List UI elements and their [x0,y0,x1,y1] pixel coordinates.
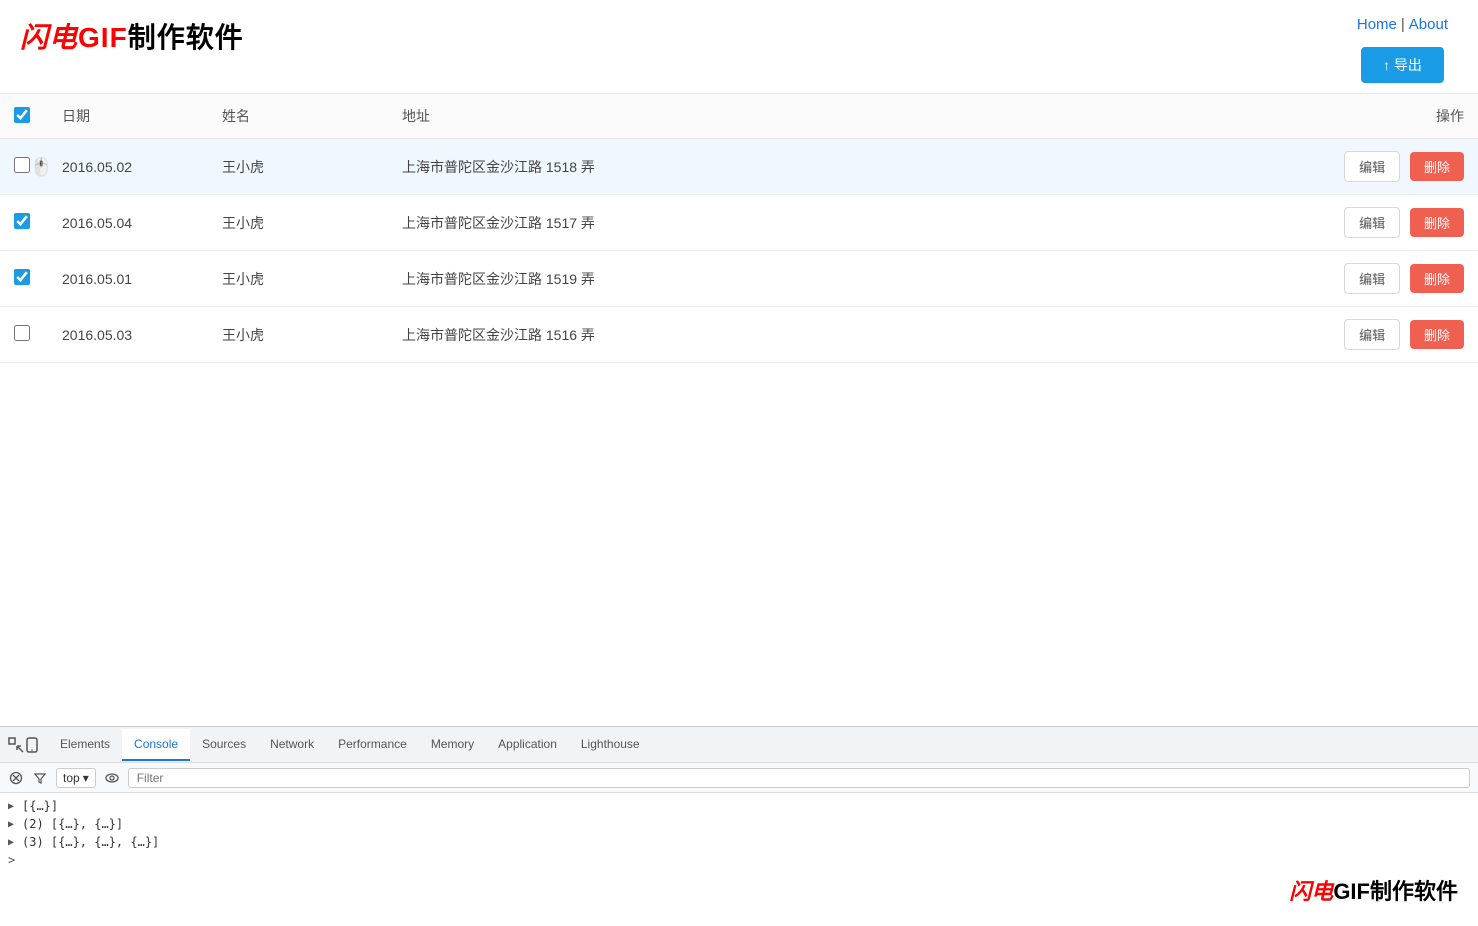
row-name-4: 王小虎 [208,307,388,363]
row-checkbox-4[interactable] [14,325,30,341]
console-lines: ▶ [{…}] ▶ (2) [{…}, {…}] ▶ (3) [{…}, {…}, {…}… [8,797,1470,851]
logo-flash: 闪电 [20,16,78,56]
nav-separator: | [1401,16,1405,33]
nav-links: Home | About [1357,16,1448,33]
checkbox-wrapper-4 [14,325,30,344]
devtools-tab-network[interactable]: Network [258,729,326,761]
checkbox-wrapper-2 [14,213,30,232]
home-link[interactable]: Home [1357,16,1397,33]
console-arrow: ▶ [8,819,18,830]
top-selector[interactable]: top ▾ [56,768,96,788]
export-button[interactable]: ↑ 导出 [1361,47,1444,83]
header-checkbox-cell[interactable] [0,94,48,139]
header: 闪电GIF制作软件 Home | About ↑ 导出 [0,0,1478,93]
table-row: 2016.05.01 王小虎 上海市普陀区金沙江路 1519 弄 编辑 删除 [0,251,1478,307]
devtools-device-icon[interactable] [24,737,40,753]
row-name-2: 王小虎 [208,195,388,251]
devtools-tab-console[interactable]: Console [122,729,190,761]
delete-button-4[interactable]: 删除 [1410,320,1464,349]
console-line[interactable]: ▶ (2) [{…}, {…}] [8,815,1470,833]
console-text: [{…}] [22,799,58,813]
row-checkbox-cell-4[interactable] [0,307,48,363]
console-text: (2) [{…}, {…}] [22,817,123,831]
watermark-gif: GIF [1333,879,1370,904]
devtools-tab-elements[interactable]: Elements [48,729,122,761]
table-row: 🖱️ 2016.05.02 王小虎 上海市普陀区金沙江路 1518 弄 编辑 删… [0,139,1478,195]
devtools-tab-application[interactable]: Application [486,729,569,761]
delete-button-2[interactable]: 删除 [1410,208,1464,237]
logo-rest: 制作软件 [128,22,244,53]
row-date-4: 2016.05.03 [48,307,208,363]
console-line[interactable]: ▶ (3) [{…}, {…}, {…}] [8,833,1470,851]
row-ops-1: 编辑 删除 [1298,139,1478,195]
delete-button-1[interactable]: 删除 [1410,152,1464,181]
devtools-tab-lighthouse[interactable]: Lighthouse [569,729,652,761]
clear-console-icon[interactable] [8,770,24,786]
filter-input[interactable] [128,768,1470,788]
col-header-name: 姓名 [208,94,388,139]
table-body: 🖱️ 2016.05.02 王小虎 上海市普陀区金沙江路 1518 弄 编辑 删… [0,139,1478,363]
row-checkbox-cell-1[interactable]: 🖱️ [0,139,48,195]
row-date-3: 2016.05.01 [48,251,208,307]
row-address-1: 上海市普陀区金沙江路 1518 弄 [388,139,1298,195]
row-ops-2: 编辑 删除 [1298,195,1478,251]
edit-button-4[interactable]: 编辑 [1344,319,1400,350]
console-arrow: ▶ [8,801,18,812]
devtools-tabs: ElementsConsoleSourcesNetworkPerformance… [0,727,1478,763]
row-checkbox-cell-3[interactable] [0,251,48,307]
row-date-1: 2016.05.02 [48,139,208,195]
header-checkbox[interactable] [14,107,30,123]
console-text: (3) [{…}, {…}, {…}] [22,835,159,849]
col-header-date: 日期 [48,94,208,139]
delete-button-3[interactable]: 删除 [1410,264,1464,293]
row-address-3: 上海市普陀区金沙江路 1519 弄 [388,251,1298,307]
top-label: top [63,771,80,785]
edit-button-1[interactable]: 编辑 [1344,151,1400,182]
eye-icon[interactable] [104,770,120,786]
table-header-row: 日期 姓名 地址 操作 [0,94,1478,139]
devtools-inspect-icon[interactable] [8,737,24,753]
logo-gif: GIF [78,22,128,53]
console-arrow: ▶ [8,837,18,848]
about-link[interactable]: About [1409,16,1448,33]
devtools-tab-performance[interactable]: Performance [326,729,419,761]
console-line[interactable]: ▶ [{…}] [8,797,1470,815]
watermark-flash: 闪电 [1289,874,1333,906]
console-prompt[interactable]: > [8,851,1470,869]
col-header-address: 地址 [388,94,1298,139]
devtools-panel: ElementsConsoleSourcesNetworkPerformance… [0,726,1478,926]
table-row: 2016.05.03 王小虎 上海市普陀区金沙江路 1516 弄 编辑 删除 [0,307,1478,363]
row-ops-4: 编辑 删除 [1298,307,1478,363]
col-header-operation: 操作 [1298,94,1478,139]
edit-button-3[interactable]: 编辑 [1344,263,1400,294]
devtools-toolbar: top ▾ [0,763,1478,793]
checkbox-wrapper-3 [14,269,30,288]
watermark-rest: 制作软件 [1370,879,1458,904]
devtools-tab-memory[interactable]: Memory [419,729,486,761]
row-checkbox-cell-2[interactable] [0,195,48,251]
devtools-tabs-list: ElementsConsoleSourcesNetworkPerformance… [48,729,652,761]
watermark: 闪电GIF制作软件 [1289,874,1458,906]
row-checkbox-3[interactable] [14,269,30,285]
top-dropdown-icon: ▾ [83,771,89,785]
prompt-caret: > [8,853,15,867]
checkbox-wrapper-1: 🖱️ [14,157,30,176]
row-name-3: 王小虎 [208,251,388,307]
table-row: 2016.05.04 王小虎 上海市普陀区金沙江路 1517 弄 编辑 删除 [0,195,1478,251]
row-date-2: 2016.05.04 [48,195,208,251]
row-address-2: 上海市普陀区金沙江路 1517 弄 [388,195,1298,251]
data-table: 日期 姓名 地址 操作 🖱️ 2016.05.02 王小虎 上海市普陀区金沙江路… [0,93,1478,363]
devtools-tab-sources[interactable]: Sources [190,729,258,761]
nav-area: Home | About ↑ 导出 [1357,16,1448,83]
row-checkbox-1[interactable] [14,157,30,173]
edit-button-2[interactable]: 编辑 [1344,207,1400,238]
row-checkbox-2[interactable] [14,213,30,229]
row-name-1: 王小虎 [208,139,388,195]
filter-icon[interactable] [32,770,48,786]
devtools-console: ▶ [{…}] ▶ (2) [{…}, {…}] ▶ (3) [{…}, {…}, {…}… [0,793,1478,926]
row-address-4: 上海市普陀区金沙江路 1516 弄 [388,307,1298,363]
table-container: 日期 姓名 地址 操作 🖱️ 2016.05.02 王小虎 上海市普陀区金沙江路… [0,93,1478,726]
logo: 闪电GIF制作软件 [20,16,244,56]
row-ops-3: 编辑 删除 [1298,251,1478,307]
